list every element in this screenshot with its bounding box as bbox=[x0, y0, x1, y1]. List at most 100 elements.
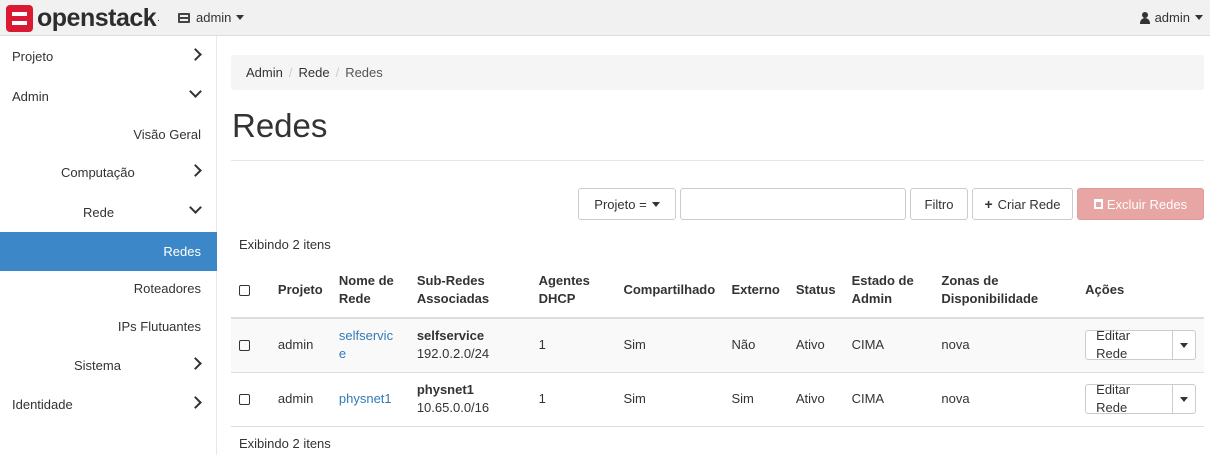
chevron-right-icon bbox=[189, 48, 202, 61]
openstack-logo-icon bbox=[6, 4, 33, 32]
sidebar-item-redes[interactable]: Redes bbox=[0, 232, 217, 271]
cell-shared: Sim bbox=[615, 372, 724, 427]
row-actions: Editar Rede bbox=[1085, 328, 1196, 361]
sidebar-item-rede[interactable]: Rede bbox=[0, 193, 217, 231]
filter-field-label: Projeto = bbox=[594, 196, 647, 212]
caret-down-icon bbox=[1179, 396, 1188, 402]
subnet-name: physnet1 bbox=[416, 382, 474, 397]
column-header-subnets[interactable]: Sub-Redes Associadas bbox=[408, 263, 531, 319]
cell-network-name: selfservic e bbox=[330, 318, 409, 373]
delete-networks-button[interactable]: Excluir Redes bbox=[1077, 188, 1204, 220]
cell-admin-state: CIMA bbox=[843, 372, 934, 427]
subnet-cidr: 192.0.2.0/24 bbox=[416, 346, 490, 362]
sidebar-item-sistema[interactable]: Sistema bbox=[0, 346, 217, 384]
sidebar-item-label: Visão Geral bbox=[133, 126, 201, 142]
cell-network-name: physnet1 bbox=[330, 372, 409, 427]
caret-down-icon bbox=[1179, 342, 1188, 348]
plus-icon: + bbox=[984, 196, 993, 212]
cell-shared: Sim bbox=[615, 318, 724, 373]
openstack-logo[interactable]: openstack . bbox=[6, 4, 160, 32]
item-count-bottom: Exibindo 2 itens bbox=[239, 436, 331, 451]
create-network-label: Criar Rede bbox=[997, 196, 1061, 212]
subnet-cidr: 10.65.0.0/16 bbox=[416, 400, 490, 415]
network-name-link[interactable]: selfservic e bbox=[339, 328, 393, 361]
column-header-status[interactable]: Status bbox=[787, 263, 844, 319]
user-icon bbox=[1139, 11, 1150, 24]
sidebar-item-label: Admin bbox=[12, 88, 49, 104]
caret-down-icon bbox=[1195, 15, 1203, 20]
cell-status: Ativo bbox=[787, 318, 844, 373]
sidebar-item-label: Rede bbox=[83, 204, 115, 220]
sidebar-item-computacao[interactable]: Computação bbox=[0, 153, 217, 191]
cell-project: admin bbox=[269, 372, 331, 427]
table-row: admin physnet1 physnet1 10.65.0.0/16 1 Si… bbox=[231, 372, 1204, 427]
filter-input[interactable] bbox=[680, 188, 906, 220]
column-header-external[interactable]: Externo bbox=[723, 263, 788, 319]
cell-zones: nova bbox=[933, 372, 1078, 427]
sidebar-item-label: Projeto bbox=[12, 48, 54, 64]
cell-subnets: selfservice 192.0.2.0/24 bbox=[408, 318, 531, 373]
cell-zones: nova bbox=[933, 318, 1078, 373]
column-header-name[interactable]: Nome de Rede bbox=[330, 263, 409, 319]
create-network-button[interactable]: + Criar Rede bbox=[972, 188, 1073, 220]
column-header-project[interactable]: Projeto bbox=[269, 263, 331, 319]
column-header-admin-state[interactable]: Estado de Admin bbox=[843, 263, 934, 319]
sidebar-item-projeto[interactable]: Projeto bbox=[0, 37, 217, 75]
sidebar-item-ips-flutuantes[interactable]: IPs Flutuantes bbox=[0, 307, 217, 345]
cell-external: Sim bbox=[723, 372, 788, 427]
row-actions: Editar Rede bbox=[1085, 382, 1196, 415]
breadcrumb-separator: / bbox=[335, 65, 340, 80]
chevron-right-icon bbox=[189, 357, 202, 370]
networks-table: Projeto Nome de Rede Sub-Redes Associadas … bbox=[231, 263, 1204, 427]
column-header-zones[interactable]: Zonas de Disponibilidade bbox=[933, 263, 1078, 319]
trash-icon bbox=[1093, 199, 1103, 209]
breadcrumb-redes: Redes bbox=[345, 65, 383, 80]
caret-down-icon bbox=[651, 201, 660, 207]
network-name-link[interactable]: physnet1 bbox=[339, 391, 392, 406]
row-checkbox[interactable] bbox=[239, 394, 250, 406]
sidebar: Projeto Admin Visão Geral Computação Red… bbox=[0, 36, 217, 455]
row-checkbox[interactable] bbox=[239, 340, 250, 352]
project-menu[interactable]: admin bbox=[178, 10, 245, 25]
edit-network-button[interactable]: Editar Rede bbox=[1085, 328, 1173, 361]
sidebar-item-admin[interactable]: Admin bbox=[0, 77, 217, 115]
subnet-name: selfservice bbox=[416, 328, 485, 344]
user-menu-label: admin bbox=[1154, 10, 1190, 25]
cell-external: Não bbox=[723, 318, 788, 373]
brand-name: openstack bbox=[37, 3, 157, 32]
sidebar-item-label: IPs Flutuantes bbox=[117, 318, 201, 334]
sidebar-item-label: Computação bbox=[61, 164, 135, 180]
sidebar-item-roteadores[interactable]: Roteadores bbox=[0, 269, 217, 307]
table-header-row: Projeto Nome de Rede Sub-Redes Associadas … bbox=[231, 263, 1204, 319]
sidebar-item-label: Sistema bbox=[74, 357, 121, 373]
page-title: Redes bbox=[232, 107, 328, 144]
sidebar-item-label: Roteadores bbox=[133, 280, 201, 296]
table-row: admin selfservic e selfservice 192.0.2.0/2… bbox=[231, 318, 1204, 373]
more-actions-toggle[interactable] bbox=[1172, 330, 1196, 361]
filter-field-select[interactable]: Projeto = bbox=[578, 188, 676, 220]
cell-status: Ativo bbox=[787, 372, 844, 427]
user-menu[interactable]: admin bbox=[1139, 10, 1203, 25]
breadcrumb: Admin / Rede / Redes bbox=[231, 55, 1204, 90]
cell-admin-state: CIMA bbox=[843, 318, 934, 373]
select-all-checkbox[interactable] bbox=[239, 285, 250, 297]
filter-button[interactable]: Filtro bbox=[910, 188, 968, 220]
cell-dhcp-agents: 1 bbox=[530, 372, 616, 427]
sidebar-item-label: Redes bbox=[163, 244, 201, 259]
cell-project: admin bbox=[269, 318, 331, 373]
sidebar-item-visao-geral[interactable]: Visão Geral bbox=[0, 115, 217, 153]
sidebar-item-identidade[interactable]: Identidade bbox=[0, 385, 217, 423]
chevron-right-icon bbox=[189, 164, 202, 177]
project-menu-label: admin bbox=[196, 10, 232, 25]
chevron-down-icon bbox=[189, 85, 202, 98]
column-header-shared[interactable]: Compartilhado bbox=[615, 263, 724, 319]
more-actions-toggle[interactable] bbox=[1172, 384, 1196, 414]
cell-subnets: physnet1 10.65.0.0/16 bbox=[408, 372, 531, 427]
cell-actions: Editar Rede bbox=[1077, 372, 1204, 427]
breadcrumb-rede[interactable]: Rede bbox=[298, 65, 329, 80]
divider bbox=[231, 160, 1204, 161]
column-header-dhcp-agents[interactable]: Agentes DHCP bbox=[530, 263, 616, 319]
caret-down-icon bbox=[236, 15, 245, 20]
breadcrumb-admin[interactable]: Admin bbox=[246, 65, 283, 80]
edit-network-button[interactable]: Editar Rede bbox=[1085, 382, 1173, 415]
